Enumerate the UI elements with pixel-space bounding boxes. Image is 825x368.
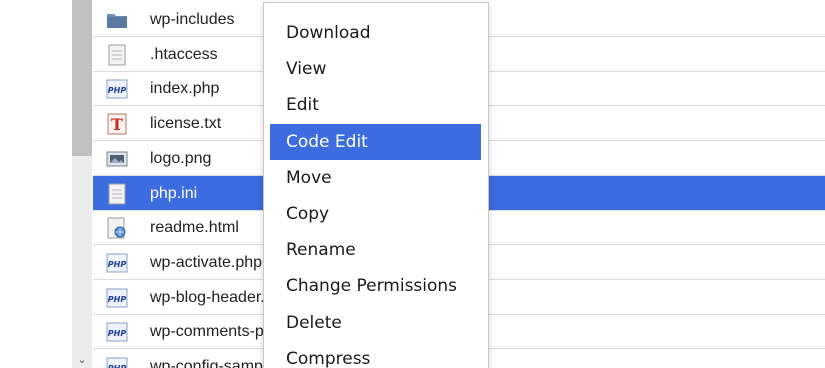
menu-item-copy[interactable]: Copy [270,196,481,232]
file-name: wp-includes [150,11,235,28]
image-file-icon [105,147,129,171]
menu-item-code-edit[interactable]: Code Edit [270,123,481,160]
svg-text:PHP: PHP [108,364,127,368]
php-file-icon: PHP [105,320,129,344]
menu-item-compress[interactable]: Compress [270,341,481,368]
svg-text:T: T [111,115,123,134]
menu-item-rename[interactable]: Rename [270,232,481,268]
file-name: .htaccess [150,45,218,63]
file-name: index.php [150,80,220,98]
text-file-icon [105,182,129,206]
file-name: readme.html [150,219,239,237]
scrollbar-thumb[interactable] [72,0,92,156]
file-name: logo.png [150,149,212,167]
svg-text:PHP: PHP [108,86,127,95]
file-name: license.txt [150,115,222,133]
php-file-icon: PHP [105,251,129,275]
menu-item-edit[interactable]: Edit [270,87,481,123]
menu-item-delete[interactable]: Delete [270,305,481,341]
context-menu: Download View Edit Code Edit Move Copy R… [263,2,489,368]
svg-text:PHP: PHP [108,260,127,269]
text-file-icon [105,43,129,67]
html-file-icon [105,216,129,240]
svg-text:PHP: PHP [108,329,127,338]
menu-item-move[interactable]: Move [270,160,481,196]
txt-file-icon: T [105,112,129,136]
folder-icon [105,8,129,32]
scroll-down-arrow-icon[interactable]: ⌄ [72,350,92,368]
menu-item-view[interactable]: View [270,51,481,87]
php-file-icon: PHP [105,355,129,368]
menu-item-download[interactable]: Download [270,15,481,51]
php-file-icon: PHP [105,77,129,101]
menu-item-change-permissions[interactable]: Change Permissions [270,268,481,304]
file-name: php.ini [150,184,198,202]
php-file-icon: PHP [105,286,129,310]
file-name: wp-activate.php [150,253,263,271]
svg-text:PHP: PHP [108,295,127,304]
